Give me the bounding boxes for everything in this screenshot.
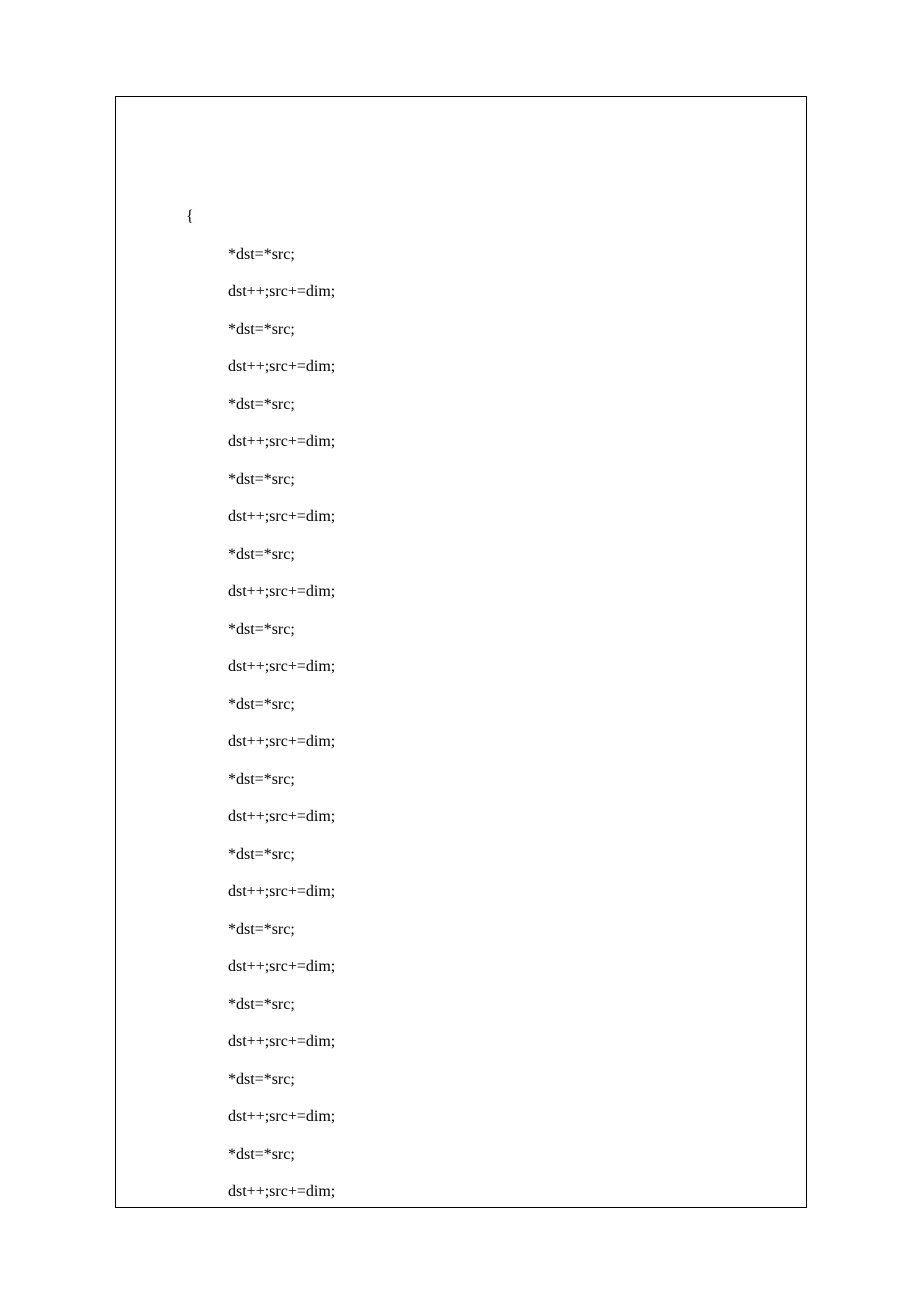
code-line-assign: *dst=*src;: [186, 911, 806, 949]
code-line-incr: dst++;src+=dim;: [186, 1098, 806, 1136]
code-line-incr: dst++;src+=dim;: [186, 423, 806, 461]
code-line-incr: dst++;src+=dim;: [186, 1023, 806, 1061]
code-line-incr: dst++;src+=dim;: [186, 873, 806, 911]
code-box: {*dst=*src;dst++;src+=dim;*dst=*src;dst+…: [115, 96, 807, 1208]
code-line-assign: *dst=*src;: [186, 761, 806, 799]
code-line-incr: dst++;src+=dim;: [186, 273, 806, 311]
code-line-assign: *dst=*src;: [186, 311, 806, 349]
code-line-assign: *dst=*src;: [186, 686, 806, 724]
code-line-assign: *dst=*src;: [186, 986, 806, 1024]
code-line-brace: {: [186, 198, 806, 236]
code-line-incr: dst++;src+=dim;: [186, 573, 806, 611]
code-line-assign: *dst=*src;: [186, 836, 806, 874]
code-content: {*dst=*src;dst++;src+=dim;*dst=*src;dst+…: [116, 97, 806, 1208]
code-line-incr: dst++;src+=dim;: [186, 948, 806, 986]
code-line-incr: dst++;src+=dim;: [186, 798, 806, 836]
document-page: {*dst=*src;dst++;src+=dim;*dst=*src;dst+…: [0, 0, 920, 1302]
code-line-assign: *dst=*src;: [186, 236, 806, 274]
code-line-incr: dst++;src+=dim;: [186, 1173, 806, 1208]
code-line-assign: *dst=*src;: [186, 1061, 806, 1099]
code-line-assign: *dst=*src;: [186, 611, 806, 649]
code-line-incr: dst++;src+=dim;: [186, 723, 806, 761]
code-line-assign: *dst=*src;: [186, 536, 806, 574]
code-line-assign: *dst=*src;: [186, 386, 806, 424]
code-line-assign: *dst=*src;: [186, 461, 806, 499]
code-line-incr: dst++;src+=dim;: [186, 348, 806, 386]
code-line-incr: dst++;src+=dim;: [186, 498, 806, 536]
code-line-incr: dst++;src+=dim;: [186, 648, 806, 686]
code-line-assign: *dst=*src;: [186, 1136, 806, 1174]
